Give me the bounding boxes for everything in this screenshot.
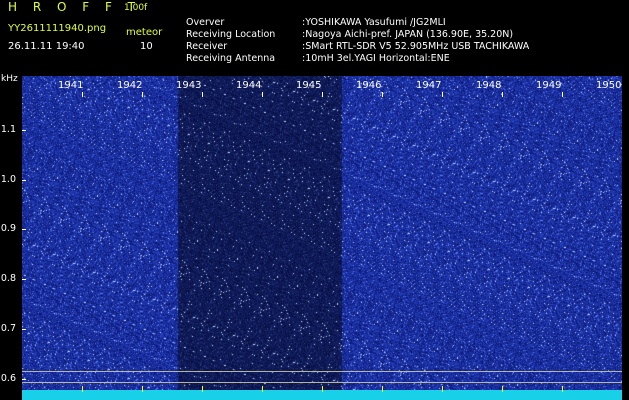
freq-tick-label: 0.8 xyxy=(0,273,16,284)
info-row-antenna: Receiving Antenna :10mH 3el.YAGI Horizont… xyxy=(180,42,450,64)
image-filename: YY2611111940.png xyxy=(8,23,107,34)
time-tick-label: 1942 xyxy=(117,80,143,91)
time-tick xyxy=(322,92,323,97)
freq-tick-label: 1.0 xyxy=(0,174,16,185)
time-tick-label: 1950 xyxy=(596,80,622,91)
freq-tick xyxy=(22,130,26,131)
time-tick-label: 1949 xyxy=(536,80,562,91)
time-tick-label: 1947 xyxy=(416,80,442,91)
time-tick-label: 1946 xyxy=(356,80,382,91)
freq-tick-label: 0.9 xyxy=(0,223,16,234)
baseline-tick xyxy=(562,386,563,392)
time-tick-label: 1943 xyxy=(176,80,202,91)
time-tick xyxy=(82,92,83,97)
reference-line xyxy=(22,382,622,383)
freq-tick-label: 0.7 xyxy=(0,323,16,334)
version-label: 1.00f xyxy=(124,3,148,13)
time-tick xyxy=(502,92,503,97)
info-key: Receiving Antenna xyxy=(186,53,276,64)
time-tick xyxy=(202,92,203,97)
app-title: H R O F F T xyxy=(8,0,142,14)
time-tick xyxy=(562,92,563,97)
time-tick xyxy=(442,92,443,97)
baseline-tick xyxy=(382,386,383,392)
time-tick xyxy=(142,92,143,97)
meteor-count: 10 xyxy=(140,41,153,52)
time-tick-label: 1941 xyxy=(58,80,84,91)
baseline-tick xyxy=(82,386,83,392)
freq-tick-label: 0.6 xyxy=(0,373,16,384)
spectrogram-noise xyxy=(22,76,622,398)
y-axis-unit: kHz xyxy=(1,74,18,84)
time-tick xyxy=(262,92,263,97)
freq-tick xyxy=(22,329,26,330)
time-tick-label: 1944 xyxy=(236,80,262,91)
info-value: :10mH 3el.YAGI Horizontal:ENE xyxy=(302,53,450,64)
freq-tick-label: 1.1 xyxy=(0,124,16,135)
freq-tick xyxy=(22,229,26,230)
baseline-tick xyxy=(202,386,203,392)
freq-tick xyxy=(22,279,26,280)
baseline-tick xyxy=(142,386,143,392)
baseline-tick xyxy=(322,386,323,392)
time-tick-label: 1945 xyxy=(296,80,322,91)
spectrogram xyxy=(22,76,622,398)
capture-datetime: 26.11.11 19:40 xyxy=(8,41,85,52)
baseline-tick xyxy=(502,386,503,392)
freq-tick xyxy=(22,180,26,181)
reference-line xyxy=(22,371,622,372)
baseline-tick xyxy=(262,386,263,392)
freq-tick xyxy=(22,379,26,380)
time-tick-label: 1948 xyxy=(476,80,502,91)
mode-label: meteor xyxy=(126,27,163,38)
baseline-tick xyxy=(442,386,443,392)
time-tick xyxy=(382,92,383,97)
